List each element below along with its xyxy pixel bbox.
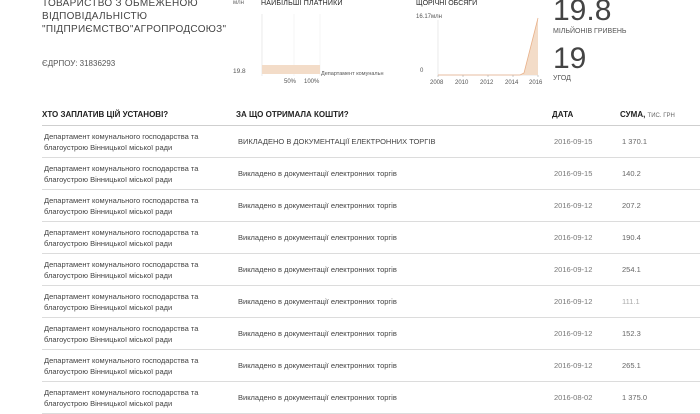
table-row[interactable]: Департамент комунального господарства та…: [42, 285, 700, 318]
deals-count: 19: [553, 42, 587, 75]
sum-cell: 254.1: [620, 253, 700, 286]
company-name-line-1: ТОВАРИСТВО З ОБМЕЖЕНОЮ: [42, 0, 198, 9]
payer-cell: Департамент комунального господарства та…: [42, 221, 236, 254]
payers-chart-title: НАЙБІЛЬШІ ПЛАТНИКИ: [261, 0, 343, 7]
payer-cell: Департамент комунального господарства та…: [42, 157, 236, 190]
sum-cell: 190.4: [620, 221, 700, 254]
purpose-cell: Викладено в документації електронних тор…: [236, 253, 552, 286]
sum-cell: 265.1: [620, 349, 700, 382]
table-row[interactable]: Департамент комунального господарства та…: [42, 317, 700, 350]
total-amount-label: МІЛЬЙОНІВ ГРИВЕНЬ: [553, 28, 627, 35]
payer-cell: Департамент комунального господарства та…: [42, 381, 236, 414]
payers-tick-100: 100%: [304, 79, 320, 85]
volume-chart: 16.17млн 0 2008 2010 2012 2014 2016: [416, 14, 543, 86]
payer-cell: Департамент комунального господарства та…: [42, 189, 236, 222]
date-cell: 2016-09-12: [552, 221, 620, 254]
payer-cell: Департамент комунального господарства та…: [42, 253, 236, 286]
volume-year-2012: 2012: [480, 80, 494, 86]
volume-chart-title: ЩОРІЧНІ ОБСЯГИ: [416, 0, 478, 7]
purpose-cell: Викладено в документації електронних тор…: [236, 189, 552, 222]
date-cell: 2016-09-12: [552, 189, 620, 222]
date-cell: 2016-09-12: [552, 317, 620, 350]
purpose-cell: Викладено в документації електронних тор…: [236, 157, 552, 190]
purpose-cell: Викладено в документації електронних тор…: [236, 285, 552, 318]
table-row[interactable]: Департамент комунального господарства та…: [42, 189, 700, 222]
payers-tick-50: 50%: [284, 79, 297, 85]
volume-year-2010: 2010: [455, 80, 469, 86]
sum-cell: 140.2: [620, 157, 700, 190]
company-name: ТОВАРИСТВО З ОБМЕЖЕНОЮ ВІДПОВІДАЛЬНІСТЮ …: [42, 0, 232, 36]
purpose-cell: Викладено в документації електронних тор…: [236, 221, 552, 254]
date-cell: 2016-09-12: [552, 349, 620, 382]
company-header: ТОВАРИСТВО З ОБМЕЖЕНОЮ ВІДПОВІДАЛЬНІСТЮ …: [0, 0, 700, 105]
volume-area: [438, 18, 538, 75]
table-row[interactable]: Департамент комунального господарства та…: [42, 253, 700, 286]
column-header-date: ДАТА: [552, 106, 620, 126]
table-row[interactable]: Департамент комунального господарства та…: [42, 349, 700, 382]
volume-year-2014: 2014: [505, 80, 519, 86]
payer-cell: Департамент комунального господарства та…: [42, 125, 236, 158]
payer-bar[interactable]: [262, 65, 320, 74]
sum-cell: 111.1: [620, 285, 700, 318]
table-row[interactable]: Департамент комунального господарства та…: [42, 381, 700, 414]
payer-cell: Департамент комунального господарства та…: [42, 285, 236, 318]
date-cell: 2016-09-12: [552, 253, 620, 286]
company-name-line-3: "ПІДПРИЄМСТВО"АГРОПРОДСОЮЗ": [42, 24, 227, 35]
volume-max-label: 16.17млн: [416, 14, 442, 20]
purpose-cell: Викладено в документації електронних тор…: [236, 381, 552, 414]
date-cell: 2016-09-15: [552, 125, 620, 158]
column-header-payer: ХТО ЗАПЛАТИВ ЦІЙ УСТАНОВІ?: [42, 106, 236, 126]
column-header-purpose: ЗА ЩО ОТРИМАЛА КОШТИ?: [236, 106, 552, 126]
total-amount: 19.8: [553, 0, 612, 27]
date-cell: 2016-09-15: [552, 157, 620, 190]
payments-table: ХТО ЗАПЛАТИВ ЦІЙ УСТАНОВІ? ЗА ЩО ОТРИМАЛ…: [42, 106, 700, 414]
sum-cell: 207.2: [620, 189, 700, 222]
payer-cell: Департамент комунального господарства та…: [42, 317, 236, 350]
sum-header-unit: ТИС. ГРН: [647, 113, 675, 119]
deals-count-label: УГОД: [553, 75, 571, 82]
purpose-cell: ВИКЛАДЕНО В ДОКУМЕНТАЦІЇ ЕЛЕКТРОННИХ ТОР…: [236, 125, 552, 158]
sum-header-label: СУМА,: [620, 110, 646, 119]
table-row[interactable]: Департамент комунального господарства та…: [42, 125, 700, 158]
sum-cell: 152.3: [620, 317, 700, 350]
sum-cell: 1 370.1: [620, 125, 700, 158]
volume-year-2008: 2008: [430, 80, 444, 86]
payer-bar-label: Департамент комунальн: [321, 71, 384, 77]
payers-chart: 19.8 Департамент комунальн 50% 100%: [233, 14, 384, 85]
payers-unit-label: млн: [233, 0, 244, 6]
edrpou-code: ЄДРПОУ: 31836293: [42, 59, 116, 68]
table-row[interactable]: Департамент комунального господарства та…: [42, 157, 700, 190]
volume-year-2016: 2016: [529, 80, 543, 86]
volume-line: [438, 17, 539, 76]
purpose-cell: Викладено в документації електронних тор…: [236, 349, 552, 382]
table-header-row: ХТО ЗАПЛАТИВ ЦІЙ УСТАНОВІ? ЗА ЩО ОТРИМАЛ…: [42, 106, 700, 126]
volume-zero-label: 0: [420, 68, 424, 74]
date-cell: 2016-09-12: [552, 285, 620, 318]
payer-cell: Департамент комунального господарства та…: [42, 349, 236, 382]
column-header-sum: СУМА, ТИС. ГРН: [620, 106, 700, 126]
date-cell: 2016-08-02: [552, 381, 620, 414]
table-row[interactable]: Департамент комунального господарства та…: [42, 221, 700, 254]
company-name-line-2: ВІДПОВІДАЛЬНІСТЮ: [42, 11, 148, 22]
payers-value-label: 19.8: [233, 68, 246, 75]
purpose-cell: Викладено в документації електронних тор…: [236, 317, 552, 350]
sum-cell: 1 375.0: [620, 381, 700, 414]
